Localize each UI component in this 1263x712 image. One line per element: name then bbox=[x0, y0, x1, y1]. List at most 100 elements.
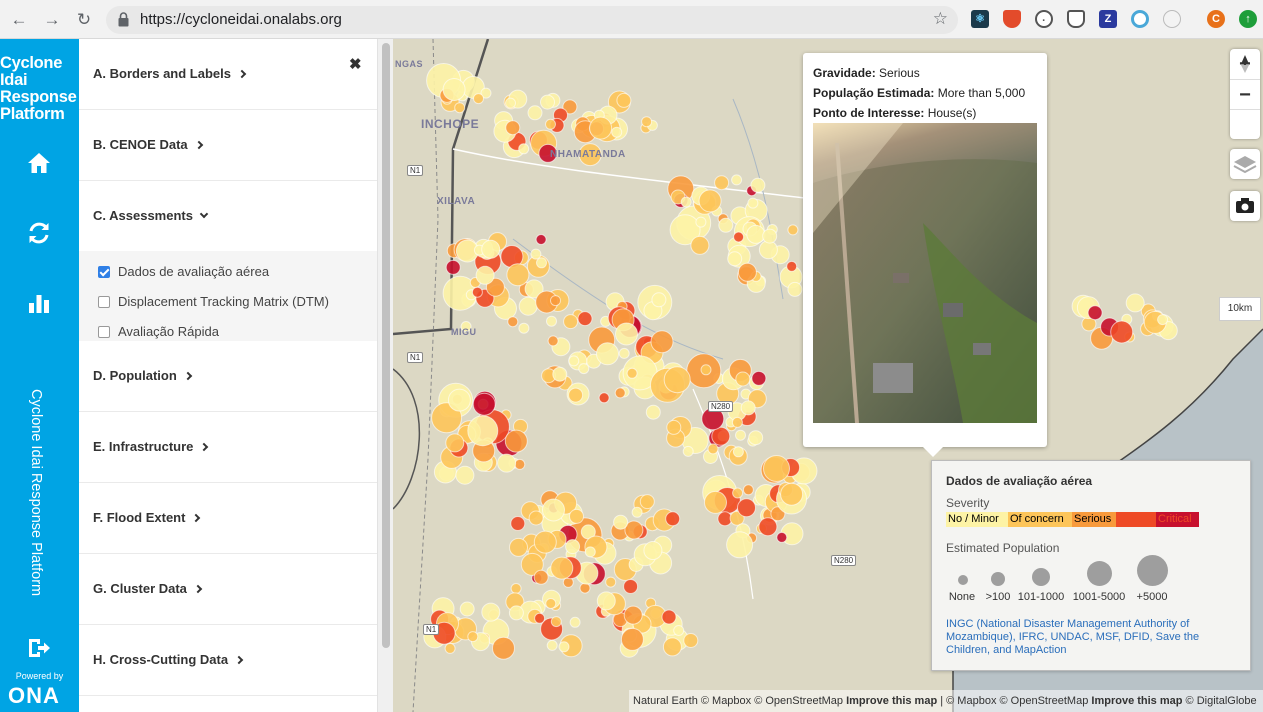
assessment-marker[interactable] bbox=[614, 387, 626, 399]
assessment-marker[interactable] bbox=[727, 251, 743, 267]
assessment-marker[interactable] bbox=[505, 97, 516, 109]
section-cluster-data[interactable]: G. Cluster Data bbox=[79, 554, 377, 625]
assessment-marker[interactable] bbox=[510, 583, 522, 594]
assessment-marker[interactable] bbox=[507, 316, 519, 328]
assessment-marker[interactable] bbox=[643, 541, 663, 560]
assessment-marker[interactable] bbox=[700, 364, 712, 376]
assessment-marker[interactable] bbox=[704, 490, 727, 514]
assessment-marker[interactable] bbox=[508, 605, 524, 621]
section-infrastructure[interactable]: E. Infrastructure bbox=[79, 412, 377, 483]
screenshot-button[interactable] bbox=[1230, 191, 1260, 221]
assessment-marker[interactable] bbox=[639, 494, 655, 510]
section-title[interactable]: H. Cross-Cutting Data bbox=[93, 652, 244, 667]
assessment-marker[interactable] bbox=[735, 429, 746, 441]
assessment-marker[interactable] bbox=[605, 576, 617, 588]
assessment-marker[interactable] bbox=[732, 446, 744, 458]
assessment-marker[interactable] bbox=[509, 537, 528, 557]
assessment-marker[interactable] bbox=[546, 639, 558, 651]
assessment-marker[interactable] bbox=[475, 265, 495, 285]
assessment-marker[interactable] bbox=[623, 579, 639, 594]
assessment-marker[interactable] bbox=[569, 616, 581, 628]
assessment-marker[interactable] bbox=[467, 415, 499, 447]
assessment-marker[interactable] bbox=[613, 514, 629, 530]
assessment-marker[interactable] bbox=[467, 631, 479, 643]
assessment-marker[interactable] bbox=[748, 430, 764, 446]
assessment-marker[interactable] bbox=[740, 400, 756, 416]
section-title[interactable]: E. Infrastructure bbox=[93, 439, 209, 454]
assessment-marker[interactable] bbox=[535, 234, 547, 245]
assessment-marker[interactable] bbox=[473, 93, 484, 105]
assessment-marker[interactable] bbox=[563, 314, 579, 330]
assessment-marker[interactable] bbox=[787, 224, 799, 236]
assessment-marker[interactable] bbox=[662, 637, 682, 657]
section-title[interactable]: B. CENOE Data bbox=[93, 137, 203, 152]
assessment-marker[interactable] bbox=[445, 259, 461, 275]
assessment-marker[interactable] bbox=[589, 116, 613, 140]
assessment-marker[interactable] bbox=[514, 458, 526, 470]
assessment-marker[interactable] bbox=[1157, 314, 1169, 326]
assessment-marker[interactable] bbox=[534, 612, 546, 624]
forward-arrow-icon[interactable]: → bbox=[41, 9, 63, 31]
layer-toggle-aerial[interactable]: Dados de avaliação aérea bbox=[98, 264, 269, 279]
assessment-marker[interactable] bbox=[505, 120, 521, 136]
assessment-marker[interactable] bbox=[540, 94, 555, 110]
assessment-marker[interactable] bbox=[690, 235, 710, 255]
assessment-marker[interactable] bbox=[1110, 320, 1134, 344]
assessment-marker[interactable] bbox=[663, 366, 691, 394]
assessment-marker[interactable] bbox=[615, 322, 638, 346]
address-bar[interactable]: https://cycloneidai.onalabs.org ☆ bbox=[106, 6, 958, 34]
assessment-marker[interactable] bbox=[762, 228, 778, 244]
assessment-marker[interactable] bbox=[620, 627, 644, 651]
assessment-marker[interactable] bbox=[611, 126, 623, 138]
section-title[interactable]: D. Population bbox=[93, 368, 193, 383]
circle-extension-icon[interactable]: · bbox=[1035, 10, 1053, 28]
assessment-marker[interactable] bbox=[747, 197, 759, 209]
assessment-marker[interactable] bbox=[568, 387, 584, 403]
assessment-marker[interactable] bbox=[492, 636, 515, 660]
assessment-marker[interactable] bbox=[718, 217, 734, 233]
assessment-marker[interactable] bbox=[454, 102, 466, 114]
assessment-marker[interactable] bbox=[536, 257, 547, 269]
assessment-marker[interactable] bbox=[731, 174, 743, 186]
home-icon[interactable] bbox=[26, 150, 52, 176]
brave-shield-icon[interactable] bbox=[1003, 10, 1021, 28]
section-title[interactable]: G. Cluster Data bbox=[93, 581, 203, 596]
assessment-marker[interactable] bbox=[746, 224, 766, 244]
assessment-marker[interactable] bbox=[545, 598, 557, 609]
section-cross-cutting[interactable]: H. Cross-Cutting Data bbox=[79, 625, 377, 696]
assessment-marker[interactable] bbox=[758, 517, 778, 537]
assessment-marker[interactable] bbox=[737, 262, 757, 282]
assessment-marker[interactable] bbox=[786, 260, 798, 272]
compass-button[interactable] bbox=[1230, 55, 1260, 139]
assessment-marker[interactable] bbox=[631, 506, 643, 518]
update-arrow-icon[interactable]: ↑ bbox=[1239, 10, 1257, 28]
section-title[interactable]: A. Borders and Labels bbox=[93, 66, 247, 81]
scrollbar-thumb[interactable] bbox=[382, 43, 390, 648]
back-arrow-icon[interactable]: ← bbox=[8, 9, 30, 31]
assessment-marker[interactable] bbox=[598, 392, 610, 404]
camera-icon[interactable] bbox=[1230, 191, 1260, 221]
assessment-marker[interactable] bbox=[545, 118, 556, 130]
assessment-marker[interactable] bbox=[568, 355, 580, 367]
assessment-marker[interactable] bbox=[623, 605, 643, 625]
assessment-marker[interactable] bbox=[695, 216, 707, 228]
layers-button[interactable] bbox=[1230, 149, 1260, 179]
assessment-marker[interactable] bbox=[787, 281, 803, 297]
assessment-marker[interactable] bbox=[542, 498, 565, 522]
assessment-marker[interactable] bbox=[504, 429, 528, 453]
pocket-icon[interactable] bbox=[1067, 10, 1085, 28]
improve-map-link[interactable]: Improve this map bbox=[846, 695, 937, 707]
assessment-marker[interactable] bbox=[742, 484, 754, 496]
assessment-marker[interactable] bbox=[731, 416, 743, 428]
assessment-marker[interactable] bbox=[650, 330, 674, 354]
assessment-marker[interactable] bbox=[552, 366, 568, 382]
assessment-marker[interactable] bbox=[550, 616, 562, 628]
assessment-marker[interactable] bbox=[776, 531, 788, 543]
assessment-marker[interactable] bbox=[651, 292, 667, 308]
panel-scrollbar[interactable] bbox=[377, 39, 393, 712]
profile-avatar[interactable]: C bbox=[1207, 10, 1225, 28]
assessment-marker[interactable] bbox=[533, 569, 549, 585]
assessment-marker[interactable] bbox=[527, 105, 543, 121]
assessment-marker[interactable] bbox=[680, 196, 692, 208]
layer-toggle-rapid[interactable]: Avaliação Rápida bbox=[98, 324, 219, 339]
